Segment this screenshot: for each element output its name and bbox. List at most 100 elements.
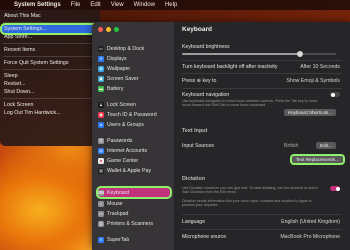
- press-key-row: Press ⊕ key to Show Emoji & Symbols: [182, 78, 350, 84]
- sidebar-item-wallet[interactable]: ▤ Wallet & Apple Pay: [98, 166, 170, 175]
- sidebar-item-touch-id[interactable]: ◉ Touch ID & Password: [98, 110, 170, 119]
- sidebar-item-screen-saver[interactable]: ▣ Screen Saver: [98, 74, 170, 83]
- sidebar-item-mouse[interactable]: ◖ Mouse: [98, 199, 170, 208]
- menu-item-app-store[interactable]: App Store...: [0, 33, 100, 41]
- menu-item-restart[interactable]: Restart...: [0, 80, 100, 88]
- sidebar-item-label: Screen Saver: [107, 75, 139, 82]
- sidebar-item-trackpad[interactable]: ▭ Trackpad: [98, 209, 170, 218]
- menu-separator: [3, 98, 97, 99]
- menu-file[interactable]: File: [71, 2, 81, 8]
- backlight-off-row: Turn keyboard backlight off after inacti…: [182, 64, 350, 70]
- menu-bar: System Settings File Edit View Window He…: [0, 0, 350, 10]
- keyboard-nav-toggle[interactable]: [330, 92, 340, 97]
- microphone-select[interactable]: MacBook Pro Microphone: [280, 234, 340, 240]
- sidebar-item-label: Wallet & Apple Pay: [107, 167, 151, 174]
- sidebar-item-label: Trackpad: [107, 210, 129, 217]
- keyboard-brightness-label: Keyboard brightness: [182, 44, 230, 50]
- menu-item-lock-screen[interactable]: Lock Screen: [0, 101, 100, 109]
- slider-knob[interactable]: [297, 51, 303, 57]
- microphone-label: Microphone source: [182, 234, 227, 240]
- sidebar: ▭ Desktop & Dock ☀ Displays ✿ Wallpaper …: [92, 22, 174, 250]
- apple-menu: About This Mac System Settings... App St…: [0, 10, 100, 146]
- keyboard-settings-pane: Keyboard Keyboard brightness Turn keyboa…: [174, 22, 350, 250]
- press-key-select[interactable]: Show Emoji & Symbols: [286, 78, 340, 84]
- game-center-icon: ●: [98, 157, 104, 164]
- keyboard-nav-label: Keyboard navigation: [182, 92, 230, 98]
- menu-help[interactable]: Help: [165, 2, 177, 8]
- language-row: Language English (United Kingdom): [182, 219, 350, 225]
- minimize-icon[interactable]: [106, 27, 111, 32]
- sidebar-item-label: Touch ID & Password: [107, 111, 157, 118]
- dictation-toggle[interactable]: [330, 186, 340, 191]
- sidebar-item-label: Game Center: [107, 157, 139, 164]
- sidebar-item-label: Lock Screen: [107, 101, 136, 108]
- printers-icon: ⎙: [98, 220, 104, 227]
- menu-separator: [3, 69, 97, 70]
- sidebar-item-desktop-dock[interactable]: ▭ Desktop & Dock: [98, 44, 170, 53]
- menu-window[interactable]: Window: [134, 2, 155, 8]
- sidebar-item-printers[interactable]: ⎙ Printers & Scanners: [98, 219, 170, 228]
- sidebar-item-label: Passwords: [107, 137, 133, 144]
- sidebar-item-lock-screen[interactable]: 🔒︎ Lock Screen: [98, 100, 170, 109]
- sidebar-item-wallpaper[interactable]: ✿ Wallpaper: [98, 64, 170, 73]
- input-sources-label: Input Sources: [182, 143, 215, 149]
- menu-edit[interactable]: Edit: [90, 2, 100, 8]
- menu-item-recent-items[interactable]: Recent Items: [0, 46, 100, 54]
- divider: [182, 73, 342, 74]
- slider-fill: [182, 53, 300, 55]
- app-name[interactable]: System Settings: [14, 2, 61, 8]
- sidebar-item-label: Internet Accounts: [107, 147, 148, 154]
- backlight-off-label: Turn keyboard backlight off after inacti…: [182, 64, 278, 70]
- menu-item-shut-down[interactable]: Shut Down...: [0, 88, 100, 96]
- sidebar-item-keyboard[interactable]: ⌨ Keyboard: [96, 186, 172, 199]
- supertab-icon: S: [98, 236, 104, 243]
- sidebar-item-game-center[interactable]: ● Game Center: [98, 156, 170, 165]
- menu-item-system-settings[interactable]: System Settings...: [0, 23, 100, 35]
- menu-item-sleep[interactable]: Sleep: [0, 72, 100, 80]
- sidebar-item-internet-accounts[interactable]: @ Internet Accounts: [98, 146, 170, 155]
- keyboard-nav-description: Use keyboard navigation to move focus be…: [182, 99, 318, 108]
- zoom-icon[interactable]: [114, 27, 119, 32]
- dictation-privacy-text: Dictation sends information like your vo…: [182, 199, 312, 208]
- menu-separator: [3, 22, 97, 23]
- battery-icon: ▬: [98, 85, 104, 92]
- menu-item-log-out[interactable]: Log Out Tim Hardwick...: [0, 109, 100, 117]
- sidebar-item-displays[interactable]: ☀ Displays: [98, 54, 170, 63]
- divider: [182, 214, 342, 215]
- sidebar-item-label: Battery: [107, 85, 124, 92]
- menu-separator: [3, 56, 97, 57]
- sidebar-item-battery[interactable]: ▬ Battery: [98, 84, 170, 93]
- edit-button[interactable]: Edit...: [316, 142, 336, 149]
- keyboard-shortcuts-button[interactable]: Keyboard Shortcuts...: [284, 109, 337, 116]
- menu-view[interactable]: View: [111, 2, 124, 8]
- lock-screen-icon: 🔒︎: [98, 101, 104, 108]
- text-replacements-button[interactable]: Text Replacements...: [290, 154, 345, 165]
- sidebar-item-label: Keyboard: [107, 189, 130, 196]
- sidebar-item-label: Printers & Scanners: [107, 220, 154, 227]
- language-select[interactable]: English (United Kingdom): [281, 219, 340, 225]
- menu-separator: [3, 43, 97, 44]
- trackpad-icon: ▭: [98, 210, 104, 217]
- sidebar-item-supertab[interactable]: S SuperTab: [98, 235, 170, 244]
- sidebar-item-label: Desktop & Dock: [107, 45, 145, 52]
- users-groups-icon: ●: [98, 121, 104, 128]
- menu-item-force-quit[interactable]: Force Quit System Settings: [0, 59, 100, 67]
- displays-icon: ☀: [98, 55, 104, 62]
- divider: [182, 229, 342, 230]
- sidebar-item-passwords[interactable]: ⚿ Passwords: [98, 136, 170, 145]
- keyboard-brightness-slider[interactable]: [182, 51, 336, 57]
- internet-accounts-icon: @: [98, 147, 104, 154]
- language-label: Language: [182, 219, 206, 225]
- backlight-off-select[interactable]: After 10 Seconds: [300, 64, 340, 70]
- wallet-icon: ▤: [98, 167, 104, 174]
- sidebar-item-label: Mouse: [107, 200, 123, 207]
- menu-item-about[interactable]: About This Mac: [0, 12, 100, 20]
- microphone-row: Microphone source MacBook Pro Microphone: [182, 234, 350, 240]
- sidebar-item-users-groups[interactable]: ● Users & Groups: [98, 120, 170, 129]
- passwords-icon: ⚿: [98, 137, 104, 144]
- press-key-label: Press ⊕ key to: [182, 78, 217, 84]
- close-icon[interactable]: [98, 27, 103, 32]
- divider: [182, 60, 342, 61]
- mouse-icon: ◖: [98, 200, 104, 207]
- page-title: Keyboard: [182, 26, 212, 33]
